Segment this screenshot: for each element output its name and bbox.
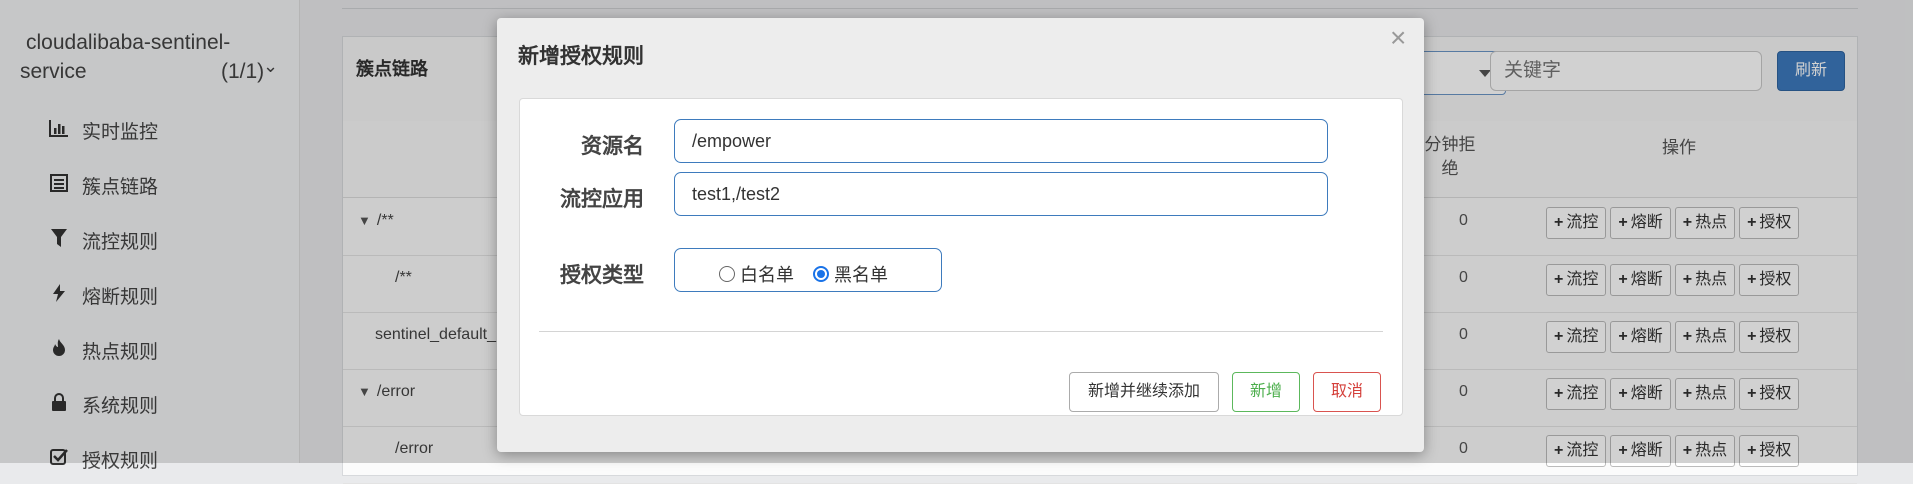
close-icon[interactable]: × bbox=[1390, 24, 1406, 52]
limit-app-label: 流控应用 bbox=[560, 188, 644, 211]
add-and-continue-button[interactable]: 新增并继续添加 bbox=[1069, 372, 1219, 412]
cancel-button[interactable]: 取消 bbox=[1313, 372, 1381, 412]
limit-app-input[interactable] bbox=[674, 172, 1328, 216]
dialog-title: 新增授权规则 bbox=[518, 45, 644, 68]
authority-type-radio-group: 白名单 黑名单 bbox=[674, 248, 942, 292]
add-button[interactable]: 新增 bbox=[1232, 372, 1300, 412]
blacklist-label: 黑名单 bbox=[834, 265, 888, 285]
radio-unchecked-icon[interactable] bbox=[719, 266, 735, 282]
radio-checked-icon[interactable] bbox=[813, 266, 829, 282]
whitelist-label: 白名单 bbox=[740, 265, 794, 285]
resource-name-label: 资源名 bbox=[581, 135, 644, 158]
blacklist-radio[interactable]: 黑名单 bbox=[813, 261, 888, 287]
resource-name-input[interactable] bbox=[674, 119, 1328, 163]
whitelist-radio[interactable]: 白名单 bbox=[719, 261, 794, 287]
authority-type-label: 授权类型 bbox=[560, 264, 644, 287]
add-authority-rule-dialog: 新增授权规则 × 资源名 流控应用 授权类型 白名单 黑名单 新增并继续添加 新… bbox=[497, 18, 1424, 452]
dialog-body: 资源名 流控应用 授权类型 白名单 黑名单 新增并继续添加 新增 取消 bbox=[519, 98, 1403, 416]
divider bbox=[539, 331, 1383, 332]
